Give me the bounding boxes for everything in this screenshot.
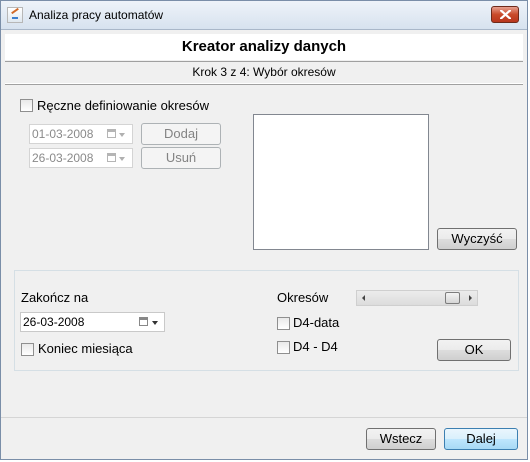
add-period-button[interactable]: Dodaj — [141, 123, 221, 145]
chevron-down-icon — [119, 157, 125, 161]
month-end-label: Koniec miesiąca — [38, 341, 133, 356]
slider-thumb[interactable] — [445, 292, 460, 304]
date-from-value: 01-03-2008 — [32, 127, 94, 141]
remove-period-button[interactable]: Usuń — [141, 147, 221, 169]
periods-count-label: Okresów — [277, 290, 329, 305]
title-bar: Analiza pracy automatów — [1, 1, 527, 30]
end-date-value: 26-03-2008 — [23, 315, 85, 329]
wizard-step-label: Krok 3 z 4: Wybór okresów — [192, 65, 336, 79]
manual-periods-checkbox[interactable] — [20, 99, 33, 112]
app-icon — [7, 7, 23, 23]
arrow-left-icon[interactable] — [362, 295, 365, 301]
date-to-picker[interactable]: 26-03-2008 — [29, 148, 133, 168]
clear-button[interactable]: Wyczyść — [437, 228, 517, 250]
footer-divider — [1, 417, 527, 418]
back-button[interactable]: Wstecz — [366, 428, 436, 450]
month-end-checkbox[interactable] — [21, 343, 34, 356]
date-to-value: 26-03-2008 — [32, 151, 94, 165]
end-on-label: Zakończ na — [21, 290, 89, 305]
ok-button[interactable]: OK — [437, 339, 511, 361]
date-from-picker[interactable]: 01-03-2008 — [29, 124, 133, 144]
calendar-icon — [107, 129, 116, 138]
d4-d4-label: D4 - D4 — [293, 339, 338, 354]
wizard-header: Kreator analizy danych — [5, 34, 523, 60]
end-date-picker[interactable]: 26-03-2008 — [20, 312, 165, 332]
periods-count-slider[interactable] — [356, 290, 478, 306]
d4-data-checkbox[interactable] — [277, 317, 290, 330]
dialog-window: Analiza pracy automatów Kreator analizy … — [0, 0, 528, 460]
d4-d4-checkbox[interactable] — [277, 341, 290, 354]
chevron-down-icon — [152, 321, 158, 325]
manual-periods-label: Ręczne definiowanie okresów — [37, 98, 209, 113]
calendar-icon — [107, 153, 116, 162]
periods-listbox[interactable] — [253, 114, 429, 250]
calendar-icon — [139, 317, 148, 326]
arrow-right-icon[interactable] — [469, 295, 472, 301]
window-title: Analiza pracy automatów — [29, 8, 164, 22]
wizard-step-bar: Krok 3 z 4: Wybór okresów — [5, 61, 523, 84]
close-button[interactable] — [491, 6, 519, 23]
close-icon — [500, 10, 511, 19]
next-button[interactable]: Dalej — [444, 428, 518, 450]
chevron-down-icon — [119, 133, 125, 137]
wizard-title: Kreator analizy danych — [181, 38, 347, 55]
d4-data-label: D4-data — [293, 315, 340, 330]
